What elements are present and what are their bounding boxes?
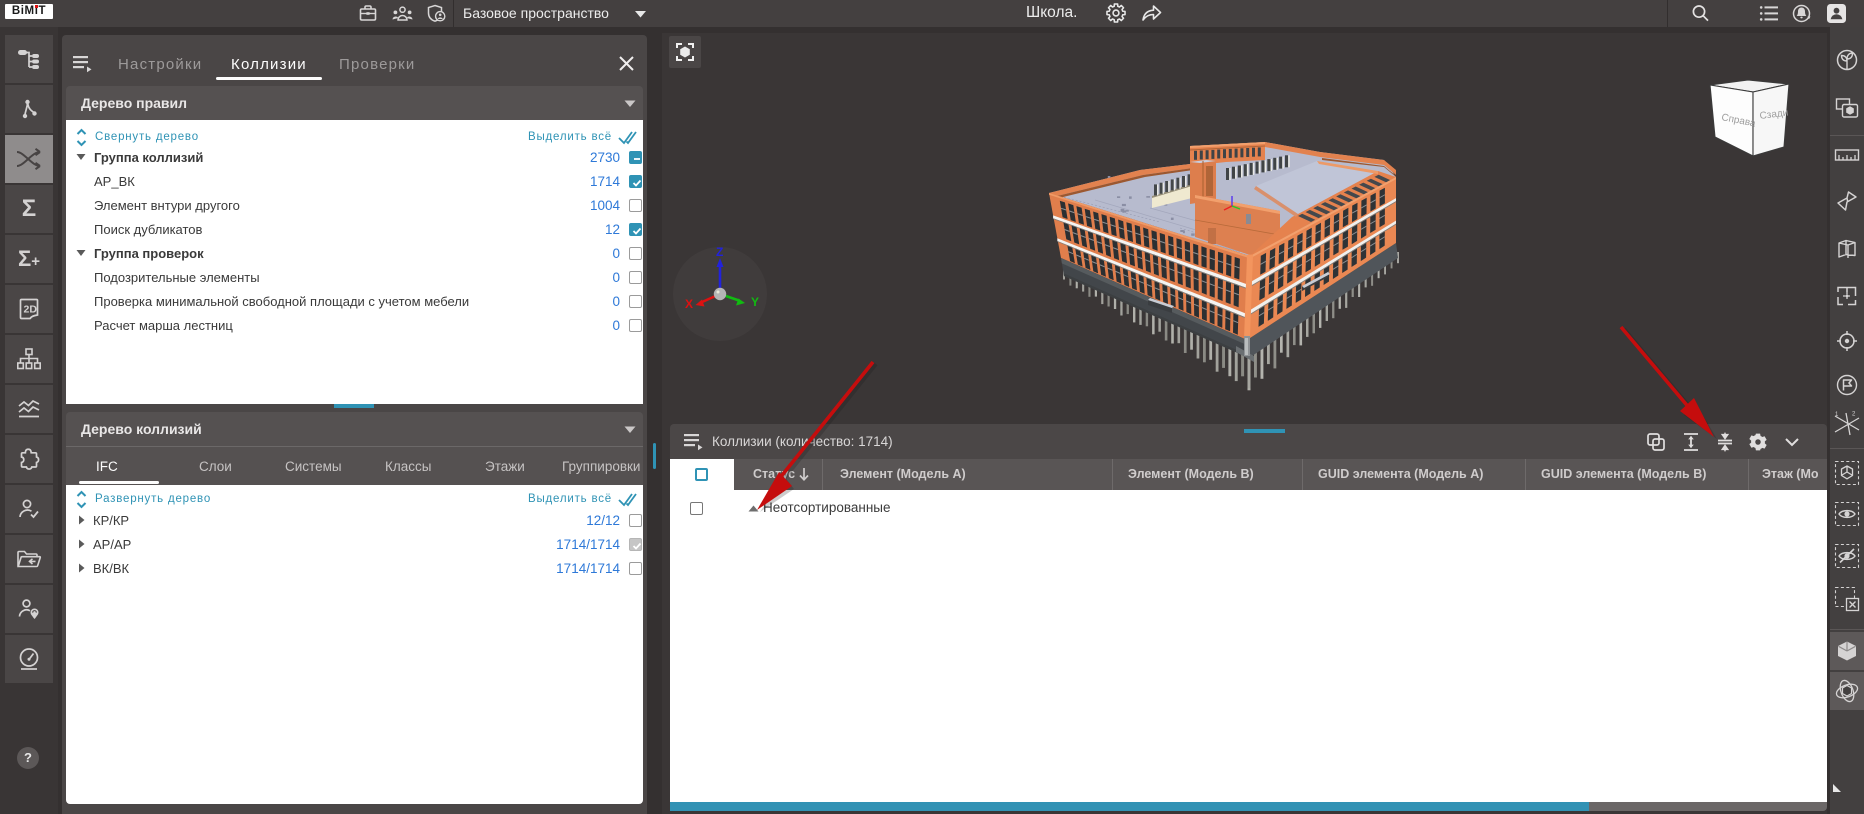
svg-text:Z: Z (716, 246, 723, 259)
svg-text:X: X (685, 297, 693, 311)
svg-text:1: 1 (1835, 412, 1839, 418)
svg-text:2D: 2D (24, 304, 38, 316)
svg-text:2: 2 (1852, 412, 1856, 418)
svg-text:Y: Y (751, 295, 759, 309)
